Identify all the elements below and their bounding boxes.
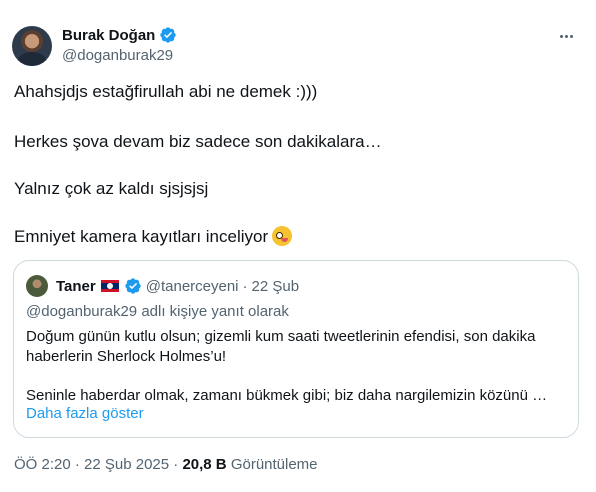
quoted-text-line-3: Seninle haberdar olmak, zamanı bükmek gi… — [26, 387, 548, 404]
more-dot — [559, 34, 563, 38]
author-display-name[interactable]: Burak Doğan — [62, 27, 155, 44]
tweet-text-line-3: Yalnız çok az kaldı sjsjsjsj — [14, 179, 209, 198]
quoted-tweet-card[interactable]: Taner @tanerceyeni · 22 Şub @doganburak2… — [13, 260, 579, 438]
avatar-shirt — [18, 52, 46, 66]
tweet: Burak Doğan @doganburak29 Ahahsjdjs esta… — [0, 0, 596, 492]
more-dot — [569, 34, 573, 38]
quoted-handle[interactable]: @tanerceyeni — [146, 278, 239, 295]
tweet-meta: ÖÖ 2:20 · 22 Şub 2025 · 20,8 B Görüntüle… — [14, 456, 318, 473]
quoted-avatar[interactable] — [26, 275, 48, 297]
show-more-link[interactable]: Daha fazla göster — [26, 405, 144, 422]
laos-flag-icon — [100, 280, 119, 292]
views-label: Görüntüleme — [230, 456, 318, 473]
quoted-reply-context: @doganburak29 adlı kişiye yanıt olarak — [26, 303, 289, 320]
views-count: 20,8 B — [182, 456, 227, 473]
quoted-verified-badge-icon — [124, 277, 142, 295]
quoted-display-name[interactable]: Taner — [56, 278, 96, 295]
quoted-text-line-1: Doğum günün kutlu olsun; gizemli kum saa… — [26, 328, 536, 345]
tweet-text-line-4: Emniyet kamera kayıtları inceliyor — [14, 226, 293, 248]
verified-badge-icon — [159, 26, 177, 44]
avatar[interactable] — [12, 26, 52, 66]
tweet-text-line-2: Herkes şova devam biz sadece son dakikal… — [14, 132, 382, 151]
more-dot — [564, 34, 568, 38]
author-name-row: Burak Doğan — [62, 25, 177, 45]
quoted-separator: · — [242, 277, 248, 295]
tweet-text-line-4-text: Emniyet kamera kayıtları inceliyor — [14, 227, 269, 246]
tweet-text-line-1: Ahahsjdjs estağfirullah abi ne demek :))… — [14, 82, 318, 101]
zany-face-emoji-icon — [272, 226, 293, 246]
tweet-header: Burak Doğan @doganburak29 — [12, 20, 584, 72]
tweet-timestamp[interactable]: ÖÖ 2:20 · 22 Şub 2025 · — [14, 456, 182, 473]
quoted-date[interactable]: 22 Şub — [252, 278, 300, 295]
quoted-text-line-2: haberlerin Sherlock Holmes’u! — [26, 348, 227, 365]
author-handle[interactable]: @doganburak29 — [62, 47, 173, 64]
quoted-header: Taner @tanerceyeni · 22 Şub — [26, 275, 299, 297]
more-options-icon[interactable] — [556, 26, 576, 46]
